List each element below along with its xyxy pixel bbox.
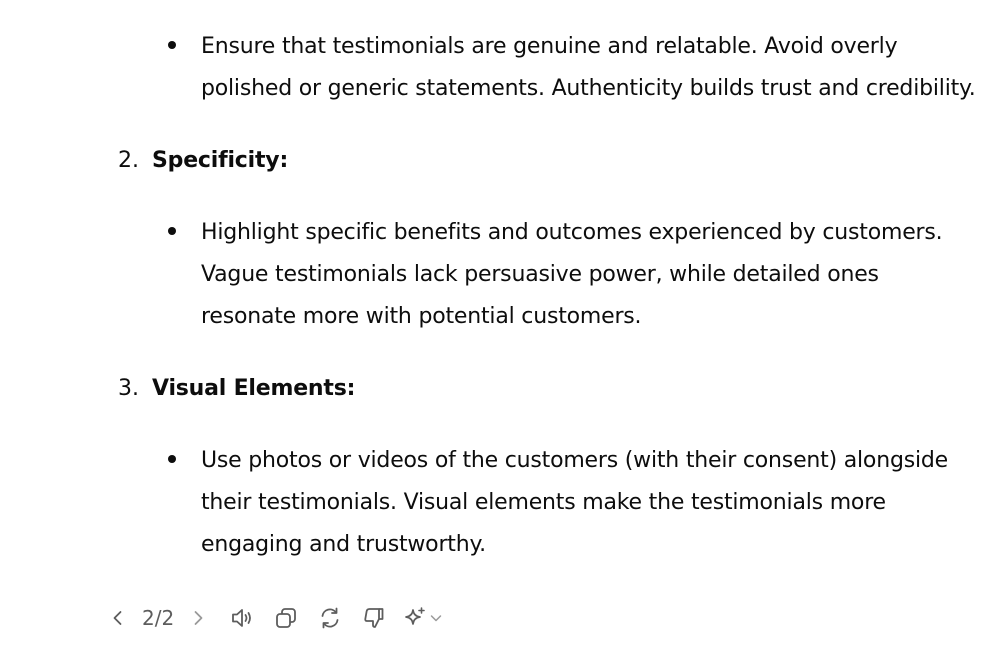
chevron-left-icon — [113, 611, 122, 625]
list-number: 2. — [118, 148, 139, 173]
bad-response-button[interactable] — [356, 600, 392, 636]
read-aloud-button[interactable] — [224, 600, 260, 636]
bullet-text: Highlight specific benefits and outcomes… — [201, 220, 943, 329]
sparkle-icon — [405, 607, 425, 625]
change-model-button[interactable] — [398, 600, 443, 636]
response-pager: 2/2 — [142, 606, 175, 630]
bullet-text: Ensure that testimonials are genuine and… — [201, 34, 976, 101]
copy-button[interactable] — [268, 600, 304, 636]
bullet-dot — [168, 455, 176, 463]
chevron-right-icon — [194, 611, 203, 625]
numbered-heading-specificity: 2. Specificity: — [118, 140, 288, 182]
next-response-button[interactable] — [180, 600, 216, 636]
bullet-text: Use photos or videos of the customers (w… — [201, 448, 948, 557]
bullet-dot — [168, 227, 176, 235]
heading-label: Specificity: — [152, 148, 289, 173]
copy-icon — [276, 608, 297, 628]
regenerate-icon — [321, 607, 339, 629]
regenerate-button[interactable] — [312, 600, 348, 636]
message-action-toolbar: 2/2 — [100, 598, 443, 638]
numbered-heading-visual-elements: 3. Visual Elements: — [118, 368, 355, 410]
speaker-icon — [232, 609, 252, 627]
thumbs-down-icon — [364, 608, 384, 628]
chevron-down-icon — [430, 615, 442, 622]
bullet-dot — [168, 41, 176, 49]
list-number: 3. — [118, 376, 139, 401]
previous-response-button[interactable] — [100, 600, 136, 636]
heading-label: Visual Elements: — [152, 376, 356, 401]
